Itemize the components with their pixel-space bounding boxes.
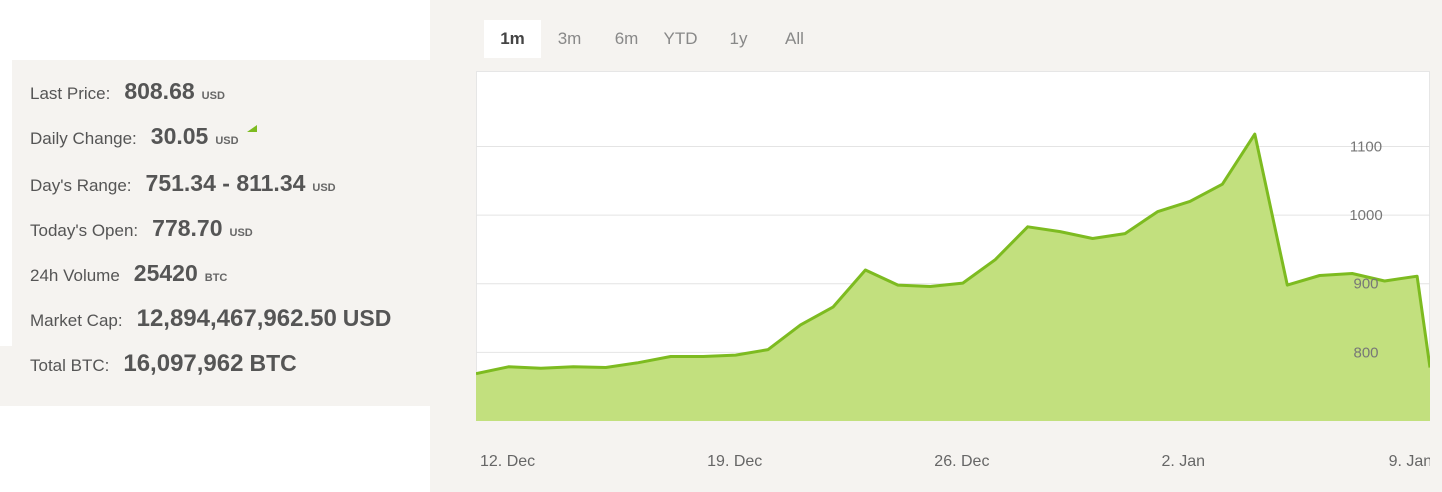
stat-todays-open: Today's Open: 778.70 USD (30, 215, 253, 242)
x-tick-label: 2. Jan (1161, 453, 1205, 470)
price-chart-svg: 800 900 1000 1100 12. Dec 19. Dec 26. Dec 2. J… (476, 71, 1430, 470)
tab-1m[interactable]: 1m (484, 20, 541, 58)
stat-label: Today's Open: (30, 221, 139, 240)
stat-days-range: Day's Range: 751.34 - 811.34 USD (30, 170, 336, 197)
stat-value: 12,894,467,962.50 (136, 305, 337, 332)
tab-ytd[interactable]: YTD (655, 20, 706, 58)
y-tick-label: 1000 (1349, 207, 1382, 224)
stat-unit: USD (201, 90, 225, 102)
x-tick-label: 12. Dec (480, 453, 535, 470)
y-tick-label: 900 (1353, 276, 1378, 293)
stat-label: Last Price: (30, 84, 111, 103)
stat-daily-change: Daily Change: 30.05 USD (30, 123, 257, 150)
stat-value: 30.05 (150, 123, 209, 149)
tab-all[interactable]: All (771, 20, 818, 58)
stat-last-price: Last Price: 808.68 USD (30, 78, 225, 105)
stat-value: 25420 (133, 260, 198, 286)
range-tabs: 1m 3m 6m YTD 1y All (484, 20, 818, 58)
tab-3m[interactable]: 3m (541, 20, 598, 58)
stat-unit: USD (312, 182, 336, 194)
stat-unit: USD (215, 135, 239, 147)
tab-6m[interactable]: 6m (598, 20, 655, 58)
blank-area (0, 406, 49, 492)
stat-unit: BTC (249, 350, 297, 376)
x-tick-label: 9. Jan (1389, 453, 1430, 470)
stat-value: 16,097,962 (123, 350, 244, 377)
stat-value: 808.68 (124, 78, 195, 104)
x-tick-label: 26. Dec (934, 453, 989, 470)
stat-unit: USD (229, 227, 253, 239)
y-tick-label: 800 (1353, 344, 1378, 361)
change-up-icon (246, 125, 257, 132)
tab-1y[interactable]: 1y (706, 20, 771, 58)
stat-unit: USD (342, 305, 392, 331)
stat-label: Market Cap: (30, 311, 123, 330)
stat-value: 751.34 - 811.34 (145, 170, 306, 196)
stat-label: Day's Range: (30, 176, 132, 195)
stat-value: 778.70 (152, 215, 223, 241)
stat-label: 24h Volume (30, 266, 120, 285)
y-tick-label: 1100 (1350, 138, 1382, 155)
x-tick-label: 19. Dec (707, 453, 762, 470)
bitcoin-price-widget: Last Price: 808.68 USD Daily Change: 30.… (0, 0, 1442, 492)
stat-unit: BTC (204, 272, 228, 284)
stat-market-cap: Market Cap: 12,894,467,962.50 USD (30, 305, 391, 333)
stat-label: Daily Change: (30, 129, 137, 148)
x-axis-labels: 12. Dec 19. Dec 26. Dec 2. Jan 9. Jan (480, 453, 1430, 470)
stat-label: Total BTC: (30, 356, 110, 375)
stat-total-btc: Total BTC: 16,097,962 BTC (30, 350, 297, 378)
stat-24h-volume: 24h Volume 25420 BTC (30, 260, 227, 287)
price-chart: 800 900 1000 1100 12. Dec 19. Dec 26. Dec 2. J… (476, 71, 1430, 492)
